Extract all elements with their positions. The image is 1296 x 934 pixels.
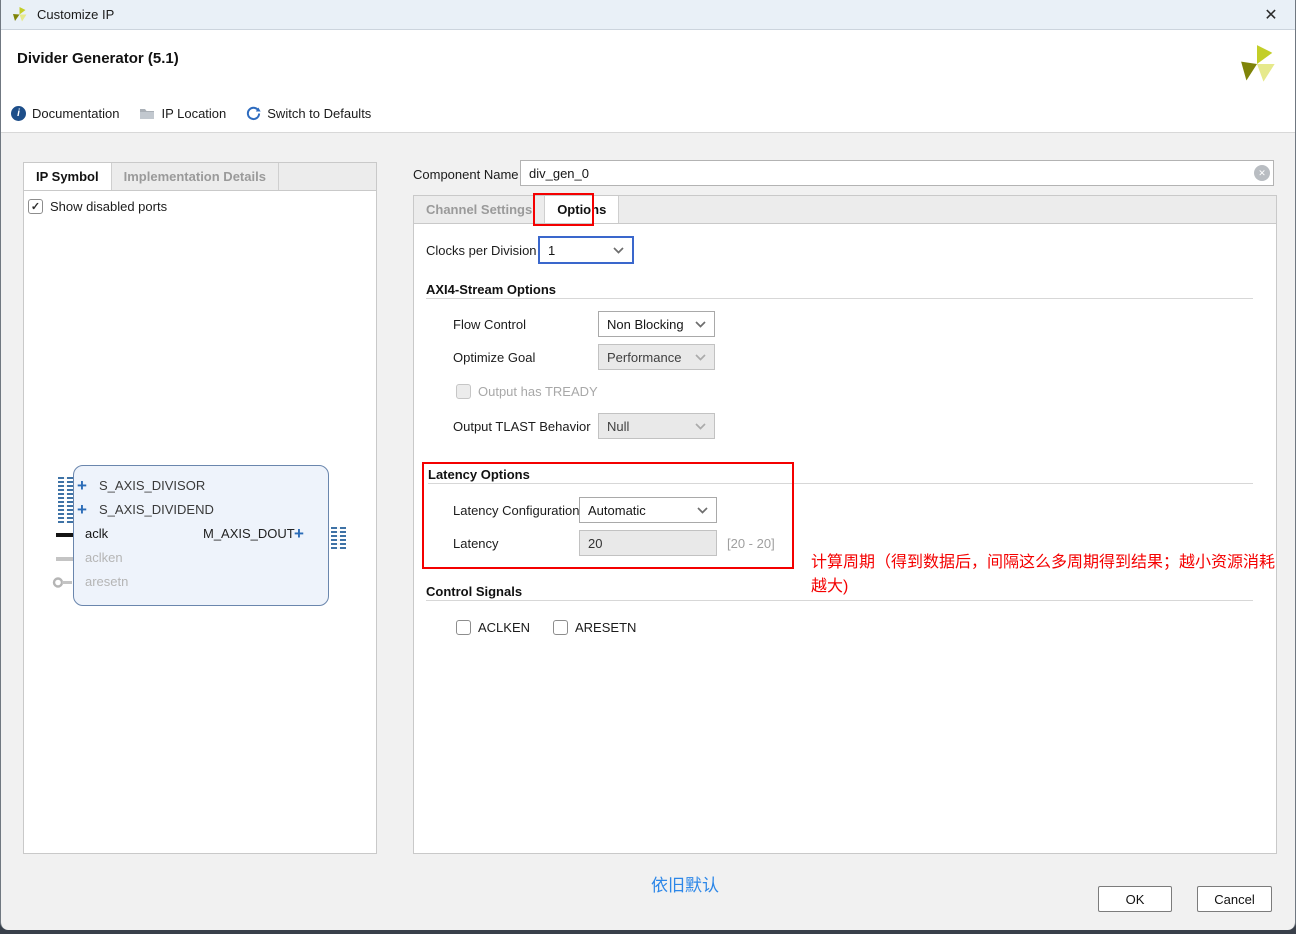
- latency-configuration-select[interactable]: Automatic: [579, 497, 717, 523]
- expand-port-icon[interactable]: +: [294, 525, 304, 542]
- clken-stub-icon: [56, 557, 73, 561]
- chevron-down-icon: [695, 354, 706, 361]
- aresetn-label: ARESETN: [575, 620, 636, 635]
- component-name-input[interactable]: [520, 160, 1274, 186]
- clear-field-icon[interactable]: ✕: [1254, 165, 1270, 181]
- output-has-tready-checkbox: [456, 384, 471, 399]
- documentation-button[interactable]: i Documentation: [11, 106, 119, 121]
- expand-port-icon[interactable]: +: [77, 477, 87, 494]
- titlebar: Customize IP ✕: [1, 0, 1295, 30]
- clocks-per-division-select[interactable]: 1: [538, 236, 634, 264]
- axis-bus-icon: [58, 477, 73, 500]
- section-divider: [428, 483, 1253, 484]
- flow-control-label: Flow Control: [453, 317, 526, 332]
- ok-button-label: OK: [1126, 892, 1145, 907]
- dialog-header: Divider Generator (5.1) i Documentation …: [1, 30, 1295, 133]
- documentation-label: Documentation: [32, 106, 119, 121]
- reset-stub-icon: [51, 576, 73, 589]
- latency-range-hint: [20 - 20]: [727, 536, 775, 551]
- options-panel: [413, 224, 1277, 854]
- port-aclk: aclk: [85, 526, 108, 541]
- xilinx-logo: [1237, 44, 1277, 84]
- ip-location-button[interactable]: IP Location: [139, 106, 226, 121]
- right-tabstrip: Channel Settings Options: [413, 195, 1277, 224]
- clock-stub-icon: [56, 533, 73, 537]
- flow-control-value: Non Blocking: [607, 317, 684, 332]
- show-disabled-ports-checkbox[interactable]: ✓: [28, 199, 43, 214]
- component-name-label: Component Name: [413, 167, 519, 182]
- latency-section-title: Latency Options: [428, 467, 530, 482]
- toolbar: i Documentation IP Location Switch to De…: [11, 106, 391, 121]
- xilinx-logo-icon: [11, 6, 28, 23]
- tab-options[interactable]: Options: [545, 196, 619, 223]
- left-tabstrip: IP Symbol Implementation Details: [23, 162, 377, 191]
- latency-configuration-label: Latency Configuration: [453, 503, 579, 518]
- chevron-down-icon: [695, 423, 706, 430]
- cancel-button[interactable]: Cancel: [1197, 886, 1272, 912]
- optimize-goal-value: Performance: [607, 350, 681, 365]
- port-s-axis-dividend: S_AXIS_DIVIDEND: [99, 502, 214, 517]
- port-m-axis-dout: M_AXIS_DOUT: [203, 526, 289, 541]
- control-signals-section-title: Control Signals: [426, 584, 522, 599]
- tab-ip-symbol-label: IP Symbol: [36, 169, 99, 184]
- refresh-icon: [246, 106, 261, 121]
- aresetn-checkbox[interactable]: [553, 620, 568, 635]
- section-divider: [426, 298, 1253, 299]
- cancel-button-label: Cancel: [1214, 892, 1254, 907]
- tab-options-label: Options: [557, 202, 606, 217]
- tab-ip-symbol[interactable]: IP Symbol: [24, 163, 112, 190]
- show-disabled-ports-label: Show disabled ports: [50, 199, 167, 214]
- optimize-goal-select: Performance: [598, 344, 715, 370]
- flow-control-select[interactable]: Non Blocking: [598, 311, 715, 337]
- chevron-down-icon: [613, 247, 624, 254]
- footer-note: 依旧默认: [651, 871, 719, 896]
- show-disabled-ports-row: ✓ Show disabled ports: [28, 199, 167, 214]
- tab-channel-settings-label: Channel Settings: [426, 202, 532, 217]
- output-tlast-label: Output TLAST Behavior: [453, 419, 591, 434]
- tab-channel-settings[interactable]: Channel Settings: [414, 196, 545, 223]
- axis-bus-icon: [331, 527, 346, 549]
- output-tlast-select: Null: [598, 413, 715, 439]
- port-aresetn: aresetn: [85, 574, 128, 589]
- aclken-checkbox[interactable]: [456, 620, 471, 635]
- switch-to-defaults-label: Switch to Defaults: [267, 106, 371, 121]
- axi4-section-title: AXI4-Stream Options: [426, 282, 556, 297]
- output-tlast-value: Null: [607, 419, 629, 434]
- aresetn-row: ARESETN: [553, 620, 636, 635]
- section-divider: [426, 600, 1253, 601]
- latency-input: 20: [579, 530, 717, 556]
- latency-value: 20: [588, 536, 602, 551]
- latency-configuration-value: Automatic: [588, 503, 646, 518]
- chevron-down-icon: [697, 507, 708, 514]
- ip-location-label: IP Location: [161, 106, 226, 121]
- port-aclken: aclken: [85, 550, 123, 565]
- aclken-row: ACLKEN: [456, 620, 530, 635]
- expand-port-icon[interactable]: +: [77, 501, 87, 518]
- customize-ip-dialog: Customize IP ✕ Divider Generator (5.1) i…: [0, 0, 1296, 930]
- annotation-note-line1: 计算周期（得到数据后，间隔这么多周期得到结果；越小资源消耗: [811, 551, 1275, 575]
- chevron-down-icon: [695, 321, 706, 328]
- latency-label: Latency: [453, 536, 499, 551]
- clocks-per-division-label: Clocks per Division: [426, 243, 537, 258]
- output-has-tready-label: Output has TREADY: [478, 384, 598, 399]
- info-icon: i: [11, 106, 26, 121]
- switch-to-defaults-button[interactable]: Switch to Defaults: [246, 106, 371, 121]
- optimize-goal-label: Optimize Goal: [453, 350, 535, 365]
- close-icon[interactable]: ✕: [1259, 3, 1283, 27]
- axis-bus-icon: [58, 501, 73, 524]
- tab-implementation-details-label: Implementation Details: [124, 169, 266, 184]
- clocks-per-division-value: 1: [548, 243, 555, 258]
- tab-implementation-details[interactable]: Implementation Details: [112, 163, 279, 190]
- page-title: Divider Generator (5.1): [17, 50, 179, 67]
- ok-button[interactable]: OK: [1098, 886, 1172, 912]
- annotation-note-line2: 越大): [811, 575, 848, 599]
- aclken-label: ACLKEN: [478, 620, 530, 635]
- folder-icon: [139, 107, 155, 120]
- output-has-tready-row: Output has TREADY: [456, 384, 598, 399]
- port-s-axis-divisor: S_AXIS_DIVISOR: [99, 478, 205, 493]
- window-title: Customize IP: [37, 7, 114, 22]
